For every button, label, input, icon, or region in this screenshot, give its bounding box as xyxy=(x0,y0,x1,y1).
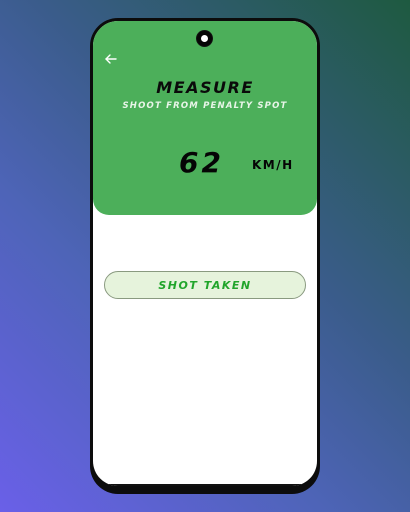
bottom-bar xyxy=(93,484,317,486)
phone-frame: MEASURE SHOOT FROM PENALTY SPOT 62 KM/H … xyxy=(90,18,320,494)
app-screen: MEASURE SHOOT FROM PENALTY SPOT 62 KM/H … xyxy=(93,21,317,486)
camera-cutout-icon xyxy=(197,31,212,46)
shot-taken-button[interactable]: SHOT TAKEN xyxy=(104,271,306,299)
measure-header-panel: MEASURE SHOOT FROM PENALTY SPOT 62 KM/H xyxy=(93,21,317,215)
arrow-left-icon[interactable] xyxy=(103,51,119,67)
page-title: MEASURE xyxy=(156,78,254,97)
speed-unit: KM/H xyxy=(252,158,294,172)
page-subtitle: SHOOT FROM PENALTY SPOT xyxy=(122,101,288,111)
back-arrow-svg xyxy=(105,54,117,64)
speed-value: 62 xyxy=(179,146,224,179)
